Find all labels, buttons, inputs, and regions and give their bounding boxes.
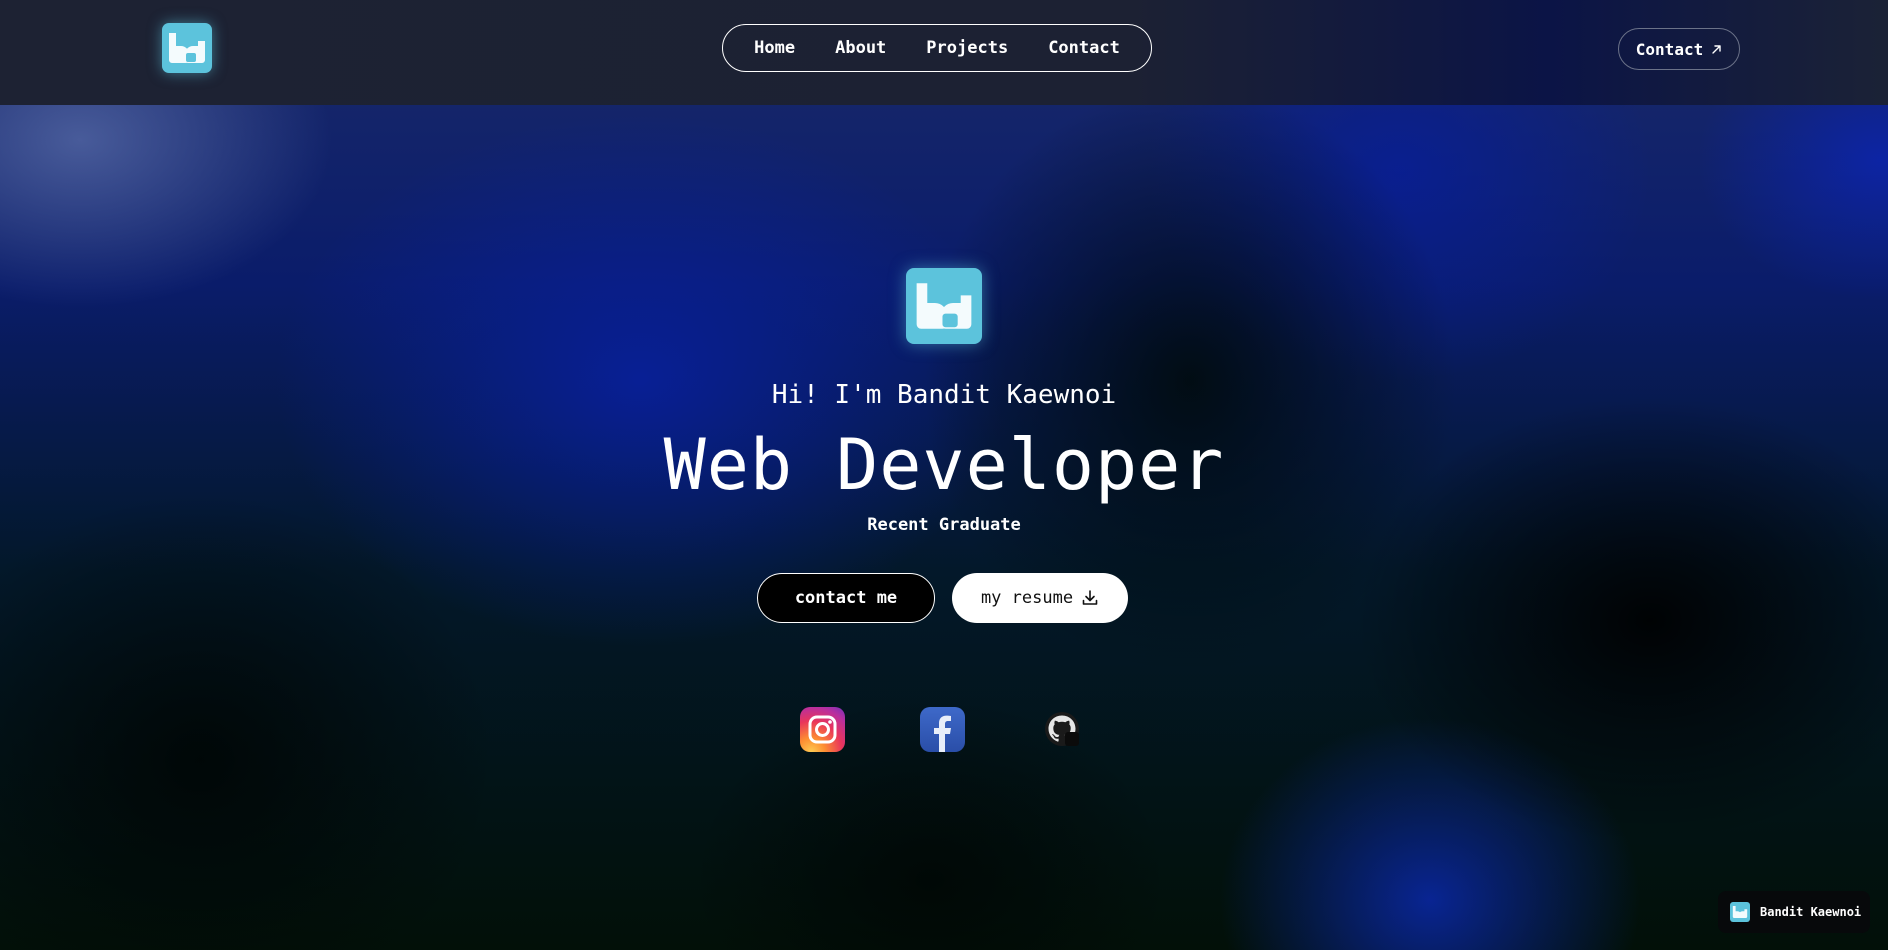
header-contact-button[interactable]: Contact [1618,28,1740,70]
instagram-link[interactable] [800,707,845,752]
arrow-up-right-icon [1712,44,1721,54]
hero-title: Web Developer [663,424,1225,506]
my-resume-button[interactable]: my resume [952,573,1128,623]
nav-contact[interactable]: Contact [1028,38,1140,58]
made-by-badge[interactable]: Bandit Kaewnoi [1718,891,1870,933]
nav-projects[interactable]: Projects [906,38,1028,58]
github-link[interactable] [1040,707,1085,752]
header-contact-label: Contact [1635,39,1704,59]
contact-me-button[interactable]: contact me [757,573,935,623]
nav-about[interactable]: About [815,38,906,58]
github-icon [1045,712,1079,746]
main-nav: Home About Projects Contact [722,24,1152,72]
badge-logo [1730,902,1750,922]
my-resume-label: my resume [980,588,1074,608]
hero-logo [906,268,982,344]
page: Home About Projects Contact Contact Hi! … [0,0,1888,950]
hero-subtitle: Recent Graduate [867,515,1021,535]
nav-home[interactable]: Home [734,38,815,58]
bd-logo-icon [1732,906,1748,918]
facebook-icon [934,715,951,752]
header: Home About Projects Contact Contact [0,0,1888,105]
badge-name: Bandit Kaewnoi [1760,905,1862,919]
bd-logo-icon [916,283,972,329]
hero-greeting: Hi! I'm Bandit Kaewnoi [771,380,1117,410]
logo-link[interactable] [162,23,212,73]
bd-logo-icon [169,33,205,63]
download-icon [1082,590,1098,605]
contact-me-label: contact me [794,588,898,608]
facebook-link[interactable] [920,707,965,752]
instagram-icon [808,715,837,744]
